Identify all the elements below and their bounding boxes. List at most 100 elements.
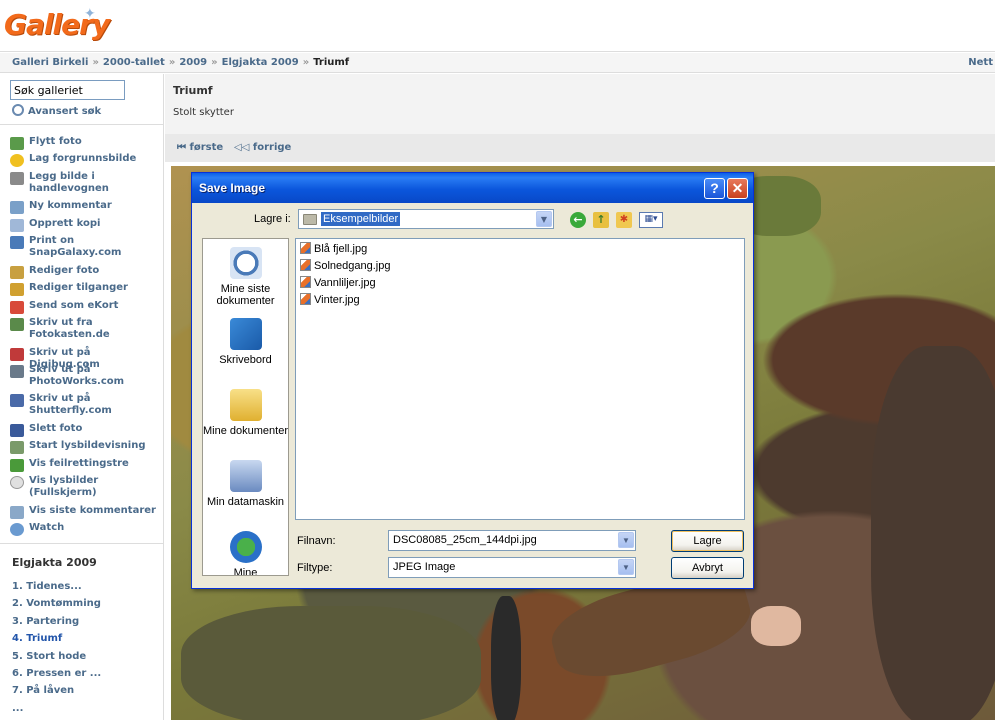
chevron-down-icon[interactable]: ▼ xyxy=(618,559,634,575)
action-edit-photo[interactable]: Rediger foto xyxy=(10,265,99,279)
advanced-search-label: Avansert søk xyxy=(28,106,102,117)
back-icon[interactable]: ← xyxy=(570,212,586,228)
action-new-comment[interactable]: Ny kommentar xyxy=(10,200,112,214)
action-print-photoworks[interactable]: Skriv ut på PhotoWorks.com xyxy=(10,364,160,388)
album-item-current[interactable]: 4. Triumf xyxy=(12,633,101,650)
place-label: Mine siste dokumenter xyxy=(216,283,275,307)
photo-moose xyxy=(871,346,995,720)
folder-icon xyxy=(229,389,262,421)
action-create-copy[interactable]: Opprett kopi xyxy=(10,218,100,232)
save-in-value: Eksempelbilder xyxy=(321,212,401,226)
chevron-down-icon[interactable]: ▼ xyxy=(618,532,634,548)
view-menu-icon[interactable]: ▦▾ xyxy=(639,212,663,228)
action-print-fotokasten[interactable]: Skriv ut fra Fotokasten.de xyxy=(10,317,160,341)
action-label: Ny kommentar xyxy=(29,200,112,211)
breadcrumb-right-link[interactable]: Nett xyxy=(968,57,993,68)
action-label: Start lysbildevisning xyxy=(29,440,146,451)
page-header: Gallery ✦ xyxy=(0,0,995,52)
edit-photo-icon xyxy=(10,266,24,279)
breadcrumb-item-2000-tallet[interactable]: 2000-tallet xyxy=(103,57,165,68)
up-folder-icon[interactable]: ↑ xyxy=(593,212,609,228)
action-label: Rediger tilganger xyxy=(29,282,128,293)
save-in-dropdown[interactable]: Eksempelbilder ▼ xyxy=(298,209,554,229)
breadcrumb-separator-icon: » xyxy=(302,57,310,68)
action-fullscreen-slideshow[interactable]: Vis lysbilder (Fullskjerm) xyxy=(10,475,160,499)
action-label: Rediger foto xyxy=(29,265,100,276)
action-print-shutterfly[interactable]: Skriv ut på Shutterfly.com xyxy=(10,393,160,417)
album-item[interactable]: 6. Pressen er ... xyxy=(12,668,101,685)
filetype-value: JPEG Image xyxy=(393,561,456,573)
dialog-titlebar[interactable]: Save Image ? ✕ xyxy=(192,173,753,203)
first-photo-link[interactable]: ⏮ første xyxy=(177,142,223,153)
action-start-slideshow[interactable]: Start lysbildevisning xyxy=(10,440,146,454)
action-make-highlight[interactable]: Lag forgrunnsbilde xyxy=(10,153,136,167)
action-label: Send som eKort xyxy=(29,300,119,311)
close-button[interactable]: ✕ xyxy=(727,178,748,199)
save-button[interactable]: Lagre xyxy=(671,530,744,552)
file-item[interactable]: Blå fjell.jpg xyxy=(300,242,367,257)
photo-info: Triumf Stolt skytter xyxy=(165,74,995,134)
breadcrumb-current: Triumf xyxy=(313,57,350,68)
breadcrumb-item-galleri-birkeli[interactable]: Galleri Birkeli xyxy=(12,57,88,68)
action-latest-comments[interactable]: Vis siste kommentarer xyxy=(10,505,156,519)
breadcrumb-item-2009[interactable]: 2009 xyxy=(179,57,207,68)
place-label: Min datamaskin xyxy=(206,496,285,508)
file-name: Solnedgang.jpg xyxy=(314,260,391,272)
places-bar: Mine siste dokumenter Skrivebord Mine do… xyxy=(202,238,289,576)
album-item[interactable]: 3. Partering xyxy=(12,616,101,633)
action-label: Print on SnapGalaxy.com xyxy=(29,235,122,258)
file-item[interactable]: Solnedgang.jpg xyxy=(300,259,390,274)
action-debug-tree[interactable]: Vis feilrettingstre xyxy=(10,458,129,472)
album-item[interactable]: 5. Stort hode xyxy=(12,651,101,668)
advanced-search-link[interactable]: Avansert søk xyxy=(12,104,101,117)
action-send-ecard[interactable]: Send som eKort xyxy=(10,300,118,314)
copy-icon xyxy=(10,219,24,232)
filename-input[interactable]: DSC08085_25cm_144dpi.jpg ▼ xyxy=(388,530,636,551)
dialog-title: Save Image xyxy=(199,181,266,195)
action-add-to-cart[interactable]: Legg bilde i handlevognen xyxy=(10,171,160,195)
photo-description: Stolt skytter xyxy=(173,107,234,118)
album-item[interactable]: 1. Tidenes... xyxy=(12,581,101,598)
file-item[interactable]: Vannliljer.jpg xyxy=(300,276,376,291)
album-item[interactable]: 7. På låven xyxy=(12,685,101,702)
action-label: Slett foto xyxy=(29,423,83,434)
file-name: Blå fjell.jpg xyxy=(314,243,368,255)
help-button[interactable]: ? xyxy=(704,178,725,199)
action-print-snapgalaxy[interactable]: Print on SnapGalaxy.com xyxy=(10,235,160,259)
watch-icon xyxy=(10,523,24,536)
place-my-documents[interactable]: Mine dokumenter xyxy=(203,389,288,437)
action-label: Lag forgrunnsbilde xyxy=(29,153,137,164)
action-delete-photo[interactable]: Slett foto xyxy=(10,423,82,437)
search-icon xyxy=(12,104,24,116)
file-list[interactable]: Blå fjell.jpg Solnedgang.jpg Vannliljer.… xyxy=(295,238,745,520)
filetype-label: Filtype: xyxy=(297,562,333,574)
file-item[interactable]: Vinter.jpg xyxy=(300,293,360,308)
place-recent-documents[interactable]: Mine siste dokumenter xyxy=(203,247,288,307)
filetype-select[interactable]: JPEG Image ▼ xyxy=(388,557,636,578)
photo-title: Triumf xyxy=(173,84,213,97)
previous-label: forrige xyxy=(252,142,292,153)
action-label: Flytt foto xyxy=(29,136,82,147)
action-label: Legg bilde i handlevognen xyxy=(29,171,109,194)
search-input[interactable] xyxy=(10,80,125,100)
new-folder-icon[interactable]: ✱ xyxy=(616,212,632,228)
previous-photo-link[interactable]: ◁◁ forrige xyxy=(234,142,291,153)
place-network[interactable]: Mine xyxy=(203,531,288,575)
action-label: Skriv ut fra Fotokasten.de xyxy=(29,317,110,340)
action-label: Opprett kopi xyxy=(29,218,101,229)
jpeg-file-icon xyxy=(300,242,311,254)
place-desktop[interactable]: Skrivebord xyxy=(203,318,288,366)
chevron-down-icon[interactable]: ▼ xyxy=(536,211,552,227)
save-in-label: Lagre i: xyxy=(254,213,291,225)
action-edit-permissions[interactable]: Rediger tilganger xyxy=(10,282,128,296)
place-my-computer[interactable]: Min datamaskin xyxy=(203,460,288,508)
action-move-photo[interactable]: Flytt foto xyxy=(10,136,82,150)
cancel-button[interactable]: Avbryt xyxy=(671,557,744,579)
breadcrumb-item-elgjakta-2009[interactable]: Elgjakta 2009 xyxy=(222,57,299,68)
permissions-icon xyxy=(10,283,24,296)
printer-icon xyxy=(10,348,24,361)
sidebar-divider xyxy=(0,124,163,125)
album-item-more: ... xyxy=(12,702,24,714)
album-item[interactable]: 2. Vomtømming xyxy=(12,598,101,615)
action-watch[interactable]: Watch xyxy=(10,522,64,536)
